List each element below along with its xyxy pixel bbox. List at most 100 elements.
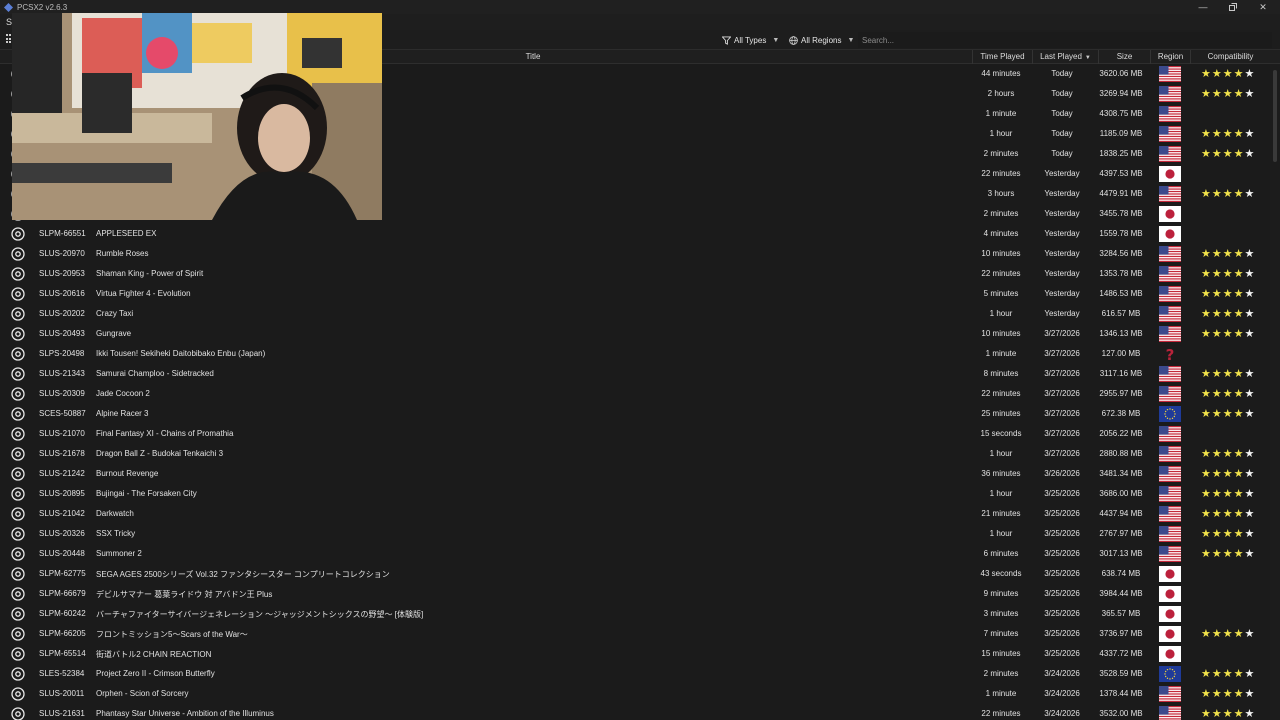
maximize-icon[interactable]	[1218, 0, 1248, 14]
last-played: Today	[1051, 109, 1073, 118]
star-empty-icon: ★	[1244, 88, 1256, 100]
last-played: 3/27/2026	[1044, 349, 1080, 358]
star-filled-icon: ★	[1201, 188, 1212, 200]
minimize-icon[interactable]: —	[1188, 0, 1218, 14]
type-filter-dropdown[interactable]: All Types ▼	[719, 32, 782, 48]
region-filter-dropdown[interactable]: All Regions ▼	[786, 32, 857, 48]
disc-icon	[11, 527, 25, 541]
star-filled-icon: ★	[1222, 188, 1234, 200]
last-played-label: Last Played	[1040, 52, 1082, 61]
last-played: Today	[1051, 89, 1073, 98]
disc-icon	[11, 307, 25, 321]
time-played: 1 hour	[989, 489, 1013, 498]
column-header-compatibility[interactable]: Compatibility	[1190, 50, 1270, 64]
star-empty-icon: ★	[1244, 468, 1256, 480]
close-icon[interactable]: ✕	[1248, 0, 1278, 14]
game-row[interactable]: SLES-52384 Project Zero II - Crimson Butt…	[0, 664, 1270, 684]
column-header-size[interactable]: Size	[1098, 50, 1150, 64]
disc-icon	[11, 547, 25, 561]
star-filled-icon: ★	[1233, 148, 1245, 160]
last-played: 3/24/2026	[1044, 709, 1080, 718]
star-filled-icon: ★	[1211, 708, 1223, 720]
star-filled-icon: ★	[1211, 248, 1223, 260]
disc-icon	[11, 227, 25, 241]
disc-icon	[11, 627, 25, 641]
time-played: 22 minutes	[981, 269, 1021, 278]
game-serial: SLUS-20202	[39, 309, 85, 318]
us-flag-icon	[1159, 686, 1181, 702]
search-input[interactable]	[858, 32, 1272, 48]
star-filled-icon: ★	[1201, 88, 1212, 100]
star-filled-icon: ★	[1211, 508, 1223, 520]
scrollbar-thumb[interactable]	[1273, 70, 1277, 162]
game-row[interactable]: SLUS-20953 Shaman King - Power of Spirit 2…	[0, 264, 1270, 284]
eu-flag-icon	[1159, 666, 1181, 682]
game-row[interactable]: SLUS-20970 Rumble Roses 10 minutes Yesterda…	[0, 244, 1270, 264]
game-row[interactable]: SLUS-20309 Jade Cocoon 2 22 minutes 3/27/20…	[0, 384, 1270, 404]
star-empty-icon: ★	[1244, 628, 1256, 640]
japan-flag-icon	[1159, 566, 1181, 582]
star-filled-icon: ★	[1201, 548, 1212, 560]
game-row[interactable]: SLPS-20498 Ikki Tousen! Sekiheki Daitobib…	[0, 344, 1270, 364]
column-header-region[interactable]: Region	[1150, 50, 1190, 64]
star-filled-icon: ★	[1233, 548, 1245, 560]
game-title: Crazy Taxi	[96, 309, 134, 318]
compatibility-rating: ★★★★★	[1201, 268, 1255, 280]
game-row[interactable]: SLUS-20895 Bujingai - The Forsaken City 1 …	[0, 484, 1270, 504]
star-empty-icon: ★	[1244, 128, 1256, 140]
game-row[interactable]: SLUS-20011 Orphen - Scion of Sorcery 1 min…	[0, 684, 1270, 704]
last-played: 3/25/2026	[1044, 529, 1080, 538]
game-row[interactable]: SLUS-21070 Final Fantasy XI - Chains of P…	[0, 424, 1270, 444]
game-row[interactable]: SLPM-66551 APPLESEED EX 4 minutes Yesterday…	[0, 224, 1270, 244]
game-serial: SLUS-21678	[39, 449, 85, 458]
game-title: APPLESEED EX	[96, 229, 157, 238]
star-filled-icon: ★	[1201, 128, 1212, 140]
game-row[interactable]: SLUS-21042 Darkwatch 21 minutes 3/25/2026 44…	[0, 504, 1270, 524]
star-filled-icon: ★	[1222, 528, 1234, 540]
time-played: 7 minutes	[983, 629, 1019, 638]
us-flag-icon	[1159, 326, 1181, 342]
star-filled-icon: ★	[1222, 248, 1234, 260]
game-row[interactable]: SLUS-20202 Crazy Taxi 1 hour Yesterday 616.5…	[0, 304, 1270, 324]
star-filled-icon: ★	[1233, 368, 1245, 380]
game-row[interactable]: SLUS-21242 Burnout Revenge 36 minutes 3/26/…	[0, 464, 1270, 484]
filter-icon	[722, 35, 731, 45]
game-row[interactable]: SLUS-21631 Phantasy Star Universe - Ambit…	[0, 704, 1270, 720]
game-row[interactable]: SLUS-20448 Summoner 2 6 minutes 3/25/2026 30…	[0, 544, 1270, 564]
last-played: 3/25/2026	[1044, 609, 1080, 618]
last-played: 3/27/2026	[1044, 429, 1080, 438]
game-row[interactable]: SLUS-20326 SSX Tricky 1 hour 3/25/2026 2767.…	[0, 524, 1270, 544]
last-played: 3/25/2026	[1044, 569, 1080, 578]
game-row[interactable]: SLUS-20616 Virtua Fighter 4 - Evolution 5 …	[0, 284, 1270, 304]
star-empty-icon: ★	[1244, 268, 1256, 280]
japan-flag-icon	[1159, 606, 1181, 622]
game-row[interactable]: SCES-50887 Alpine Racer 3 25 minutes 3/27/2…	[0, 404, 1270, 424]
game-row[interactable]: SLUS-21678 Dragon Ball Z - Budokai Tenkai…	[0, 444, 1270, 464]
game-serial: SLPM-66679	[39, 589, 86, 598]
game-row[interactable]: SLPM-65514 街道バトル2 CHAIN REACTION 15 minute…	[0, 644, 1270, 664]
compatibility-rating: ★★★★★	[1201, 688, 1255, 700]
disc-icon	[11, 407, 25, 421]
game-row[interactable]: SLPM-66205 フロントミッション5～Scars of the War～ 7 …	[0, 624, 1270, 644]
game-row[interactable]: SLPM-66679 デビルサマナー 葛葉ライドウ 対 アバドン王 Plus 9 m…	[0, 584, 1270, 604]
game-row[interactable]: SLUS-21343 Samurai Champloo - Sidetracked…	[0, 364, 1270, 384]
disc-icon	[11, 647, 25, 661]
game-row[interactable]: SLPM-60242 バーチャファイターサイバージェネレーション ～ジャッジメント…	[0, 604, 1270, 624]
disc-icon	[11, 507, 25, 521]
column-header-last-played[interactable]: Last Played ▼	[1032, 50, 1098, 64]
star-filled-icon: ★	[1222, 488, 1234, 500]
game-serial: SLUS-21343	[39, 369, 85, 378]
star-filled-icon: ★	[1211, 128, 1223, 140]
star-empty-icon: ★	[1244, 528, 1256, 540]
eu-flag-icon	[1159, 406, 1181, 422]
game-size: 3686.00 MB	[1099, 489, 1143, 498]
vertical-scrollbar[interactable]	[1270, 64, 1280, 720]
column-header-time-played[interactable]: Time Played	[972, 50, 1032, 64]
game-row[interactable]: SLPM-62775 SEGA AGES 2500シリーズ Vol.32 ファンタ…	[0, 564, 1270, 584]
game-size: 2767.97 MB	[1099, 529, 1143, 538]
last-played: 3/24/2026	[1044, 669, 1080, 678]
game-title: Dragon Ball Z - Budokai Tenkaichi 3	[96, 449, 224, 458]
star-filled-icon: ★	[1211, 68, 1223, 80]
game-row[interactable]: SLUS-20493 Gungrave 10 minutes 3/27/2026 134…	[0, 324, 1270, 344]
time-played: 1 hour	[989, 529, 1013, 538]
